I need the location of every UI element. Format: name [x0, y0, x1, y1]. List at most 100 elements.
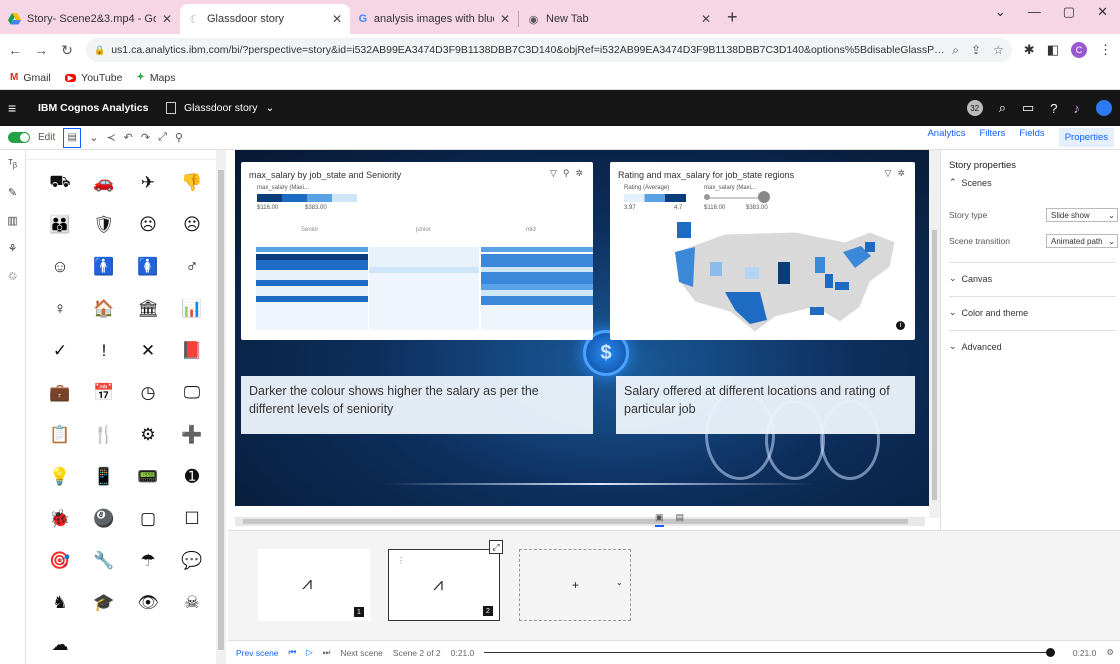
shapes-tool-icon[interactable]: ♲ [0, 262, 25, 290]
timeline-view-icon[interactable]: ▤ [676, 512, 685, 527]
library-icon[interactable]: 🏛 [126, 288, 170, 330]
library-icon[interactable]: 🖵 [170, 372, 214, 414]
library-icon[interactable]: 🎯 [38, 540, 82, 582]
caption-map[interactable]: Salary offered at different locations an… [616, 376, 915, 434]
heatmap-cell[interactable] [369, 247, 479, 267]
settings-icon[interactable]: ⚙ [1106, 647, 1120, 658]
canvas-vertical-scrollbar[interactable] [929, 150, 940, 518]
library-icon[interactable]: 📟 [126, 456, 170, 498]
heatmap-cell[interactable] [369, 273, 479, 330]
heatmap-cell[interactable] [256, 286, 368, 296]
library-icon[interactable]: ➕ [170, 414, 214, 456]
analytics-button[interactable]: Analytics [927, 128, 965, 147]
library-icon[interactable]: 💬 [170, 540, 214, 582]
library-icon[interactable]: 🐞 [38, 498, 82, 540]
color-theme-section-toggle[interactable]: ⌄ Color and theme [949, 307, 1120, 318]
pin-icon[interactable]: ⚲ [563, 168, 570, 179]
chevron-down-icon[interactable]: ⌄ [89, 131, 98, 144]
library-icon[interactable]: ☂ [126, 540, 170, 582]
text-tool-icon[interactable]: ᵀᵦ [0, 150, 25, 178]
close-window-button[interactable]: ✕ [1097, 4, 1108, 20]
canvas-horizontal-scrollbar[interactable] [235, 517, 925, 526]
visualization-tool-icon[interactable]: ▥ [0, 206, 25, 234]
library-icon[interactable]: ☠ [170, 582, 214, 624]
info-icon[interactable]: i [896, 321, 905, 330]
extensions-icon[interactable]: ✱ [1024, 42, 1035, 58]
library-icon[interactable]: ☺ [38, 246, 82, 288]
library-icon[interactable]: ⛟ [38, 162, 82, 204]
close-tab-icon[interactable]: ✕ [500, 12, 510, 26]
us-map[interactable] [665, 212, 905, 337]
library-icon[interactable]: ➊ [170, 456, 214, 498]
close-tab-icon[interactable]: ✕ [701, 12, 711, 26]
library-icon[interactable]: 📕 [170, 330, 214, 372]
map-visualization[interactable]: Rating and max_salary for job_state regi… [610, 162, 915, 340]
hamburger-menu-icon[interactable]: ≡ [8, 100, 38, 116]
library-icon[interactable]: 🛡 [82, 204, 126, 246]
library-icon[interactable]: 👪 [38, 204, 82, 246]
share-icon[interactable]: ⇪ [971, 43, 981, 58]
library-icon[interactable]: 👁 [126, 582, 170, 624]
library-icon[interactable]: 💼 [38, 372, 82, 414]
widgets-tool-icon[interactable]: ⚘ [0, 234, 25, 262]
library-icon[interactable]: 📊 [170, 288, 214, 330]
library-icon[interactable]: ♀ [38, 288, 82, 330]
heatmap-cell[interactable] [481, 272, 593, 284]
library-icon[interactable]: 📅 [82, 372, 126, 414]
scenes-section-toggle[interactable]: ⌃ Scenes [949, 177, 1120, 188]
expand-icon[interactable]: ⤢ [158, 131, 167, 144]
prev-scene-button[interactable]: Prev scene [236, 648, 279, 658]
filters-button[interactable]: Filters [979, 128, 1005, 147]
heatmap-visualization[interactable]: max_salary by job_state and Seniority ▽ … [241, 162, 593, 340]
library-icon[interactable]: 🚗 [82, 162, 126, 204]
library-icon[interactable]: 🚹 [82, 246, 126, 288]
scene-canvas[interactable]: $ max_salary by job_state and Seniority … [235, 150, 929, 506]
scene-thumbnail-2[interactable]: ⋮ ⤢ ⩘ 2 [388, 540, 503, 621]
tab-new-tab[interactable]: ◉ New Tab ✕ [519, 4, 719, 34]
heatmap-cell[interactable] [481, 254, 593, 267]
library-icon[interactable]: ! [82, 330, 126, 372]
settings-icon[interactable]: ✲ [897, 168, 905, 179]
expand-scene-icon[interactable]: ⤢ [489, 540, 503, 554]
zoom-icon[interactable]: ⌕ [952, 43, 959, 58]
library-icon[interactable]: ◷ [126, 372, 170, 414]
tab-analysis-images[interactable]: G analysis images with blue backg ✕ [350, 4, 518, 34]
library-icon[interactable]: ☁ [38, 624, 82, 664]
more-menu-icon[interactable]: ⋮ [1099, 42, 1112, 58]
notifications-icon[interactable]: ♪ [1074, 101, 1081, 116]
library-icon[interactable]: ☐ [170, 498, 214, 540]
tab-search-icon[interactable]: ⌄ [995, 4, 1006, 20]
timeline-knob[interactable] [1045, 648, 1055, 657]
library-icon[interactable]: 🚺 [126, 246, 170, 288]
library-icon[interactable]: ♂ [170, 246, 214, 288]
edit-toggle[interactable] [8, 132, 30, 143]
help-icon[interactable]: ? [1050, 101, 1057, 116]
search-icon[interactable]: ⌕ [999, 100, 1006, 116]
filter-icon[interactable]: ▽ [550, 168, 557, 179]
heatmap-cell[interactable] [256, 247, 368, 252]
next-scene-button[interactable]: Next scene [340, 648, 383, 658]
heatmap-cell[interactable] [256, 260, 368, 270]
library-icon[interactable]: 🎓 [82, 582, 126, 624]
close-tab-icon[interactable]: ✕ [162, 12, 172, 26]
library-icon[interactable]: ♞ [38, 582, 82, 624]
story-title-dropdown[interactable]: Glassdoor story ⌄ [166, 102, 274, 114]
library-icon[interactable]: 📋 [38, 414, 82, 456]
library-icon[interactable]: ☹ [126, 204, 170, 246]
library-icon[interactable]: 🍴 [82, 414, 126, 456]
caption-heatmap[interactable]: Darker the colour shows higher the salar… [241, 376, 593, 434]
heatmap-cell[interactable] [481, 305, 593, 330]
heatmap-cell[interactable] [481, 247, 593, 252]
play-icon[interactable]: ▷ [306, 647, 313, 658]
filter-icon[interactable]: ▽ [885, 168, 892, 179]
minimize-button[interactable]: — [1028, 4, 1041, 20]
pin-tool-icon[interactable]: ✎ [0, 178, 25, 206]
close-tab-icon[interactable]: ✕ [332, 12, 342, 26]
library-icon[interactable]: ✓ [38, 330, 82, 372]
back-icon[interactable]: ← [8, 42, 22, 58]
settings-icon[interactable]: ✲ [575, 168, 583, 179]
library-icon[interactable]: ✈ [126, 162, 170, 204]
heatmap-cell[interactable] [256, 302, 368, 330]
library-icon[interactable]: 📱 [82, 456, 126, 498]
library-icon[interactable]: 🎱 [82, 498, 126, 540]
